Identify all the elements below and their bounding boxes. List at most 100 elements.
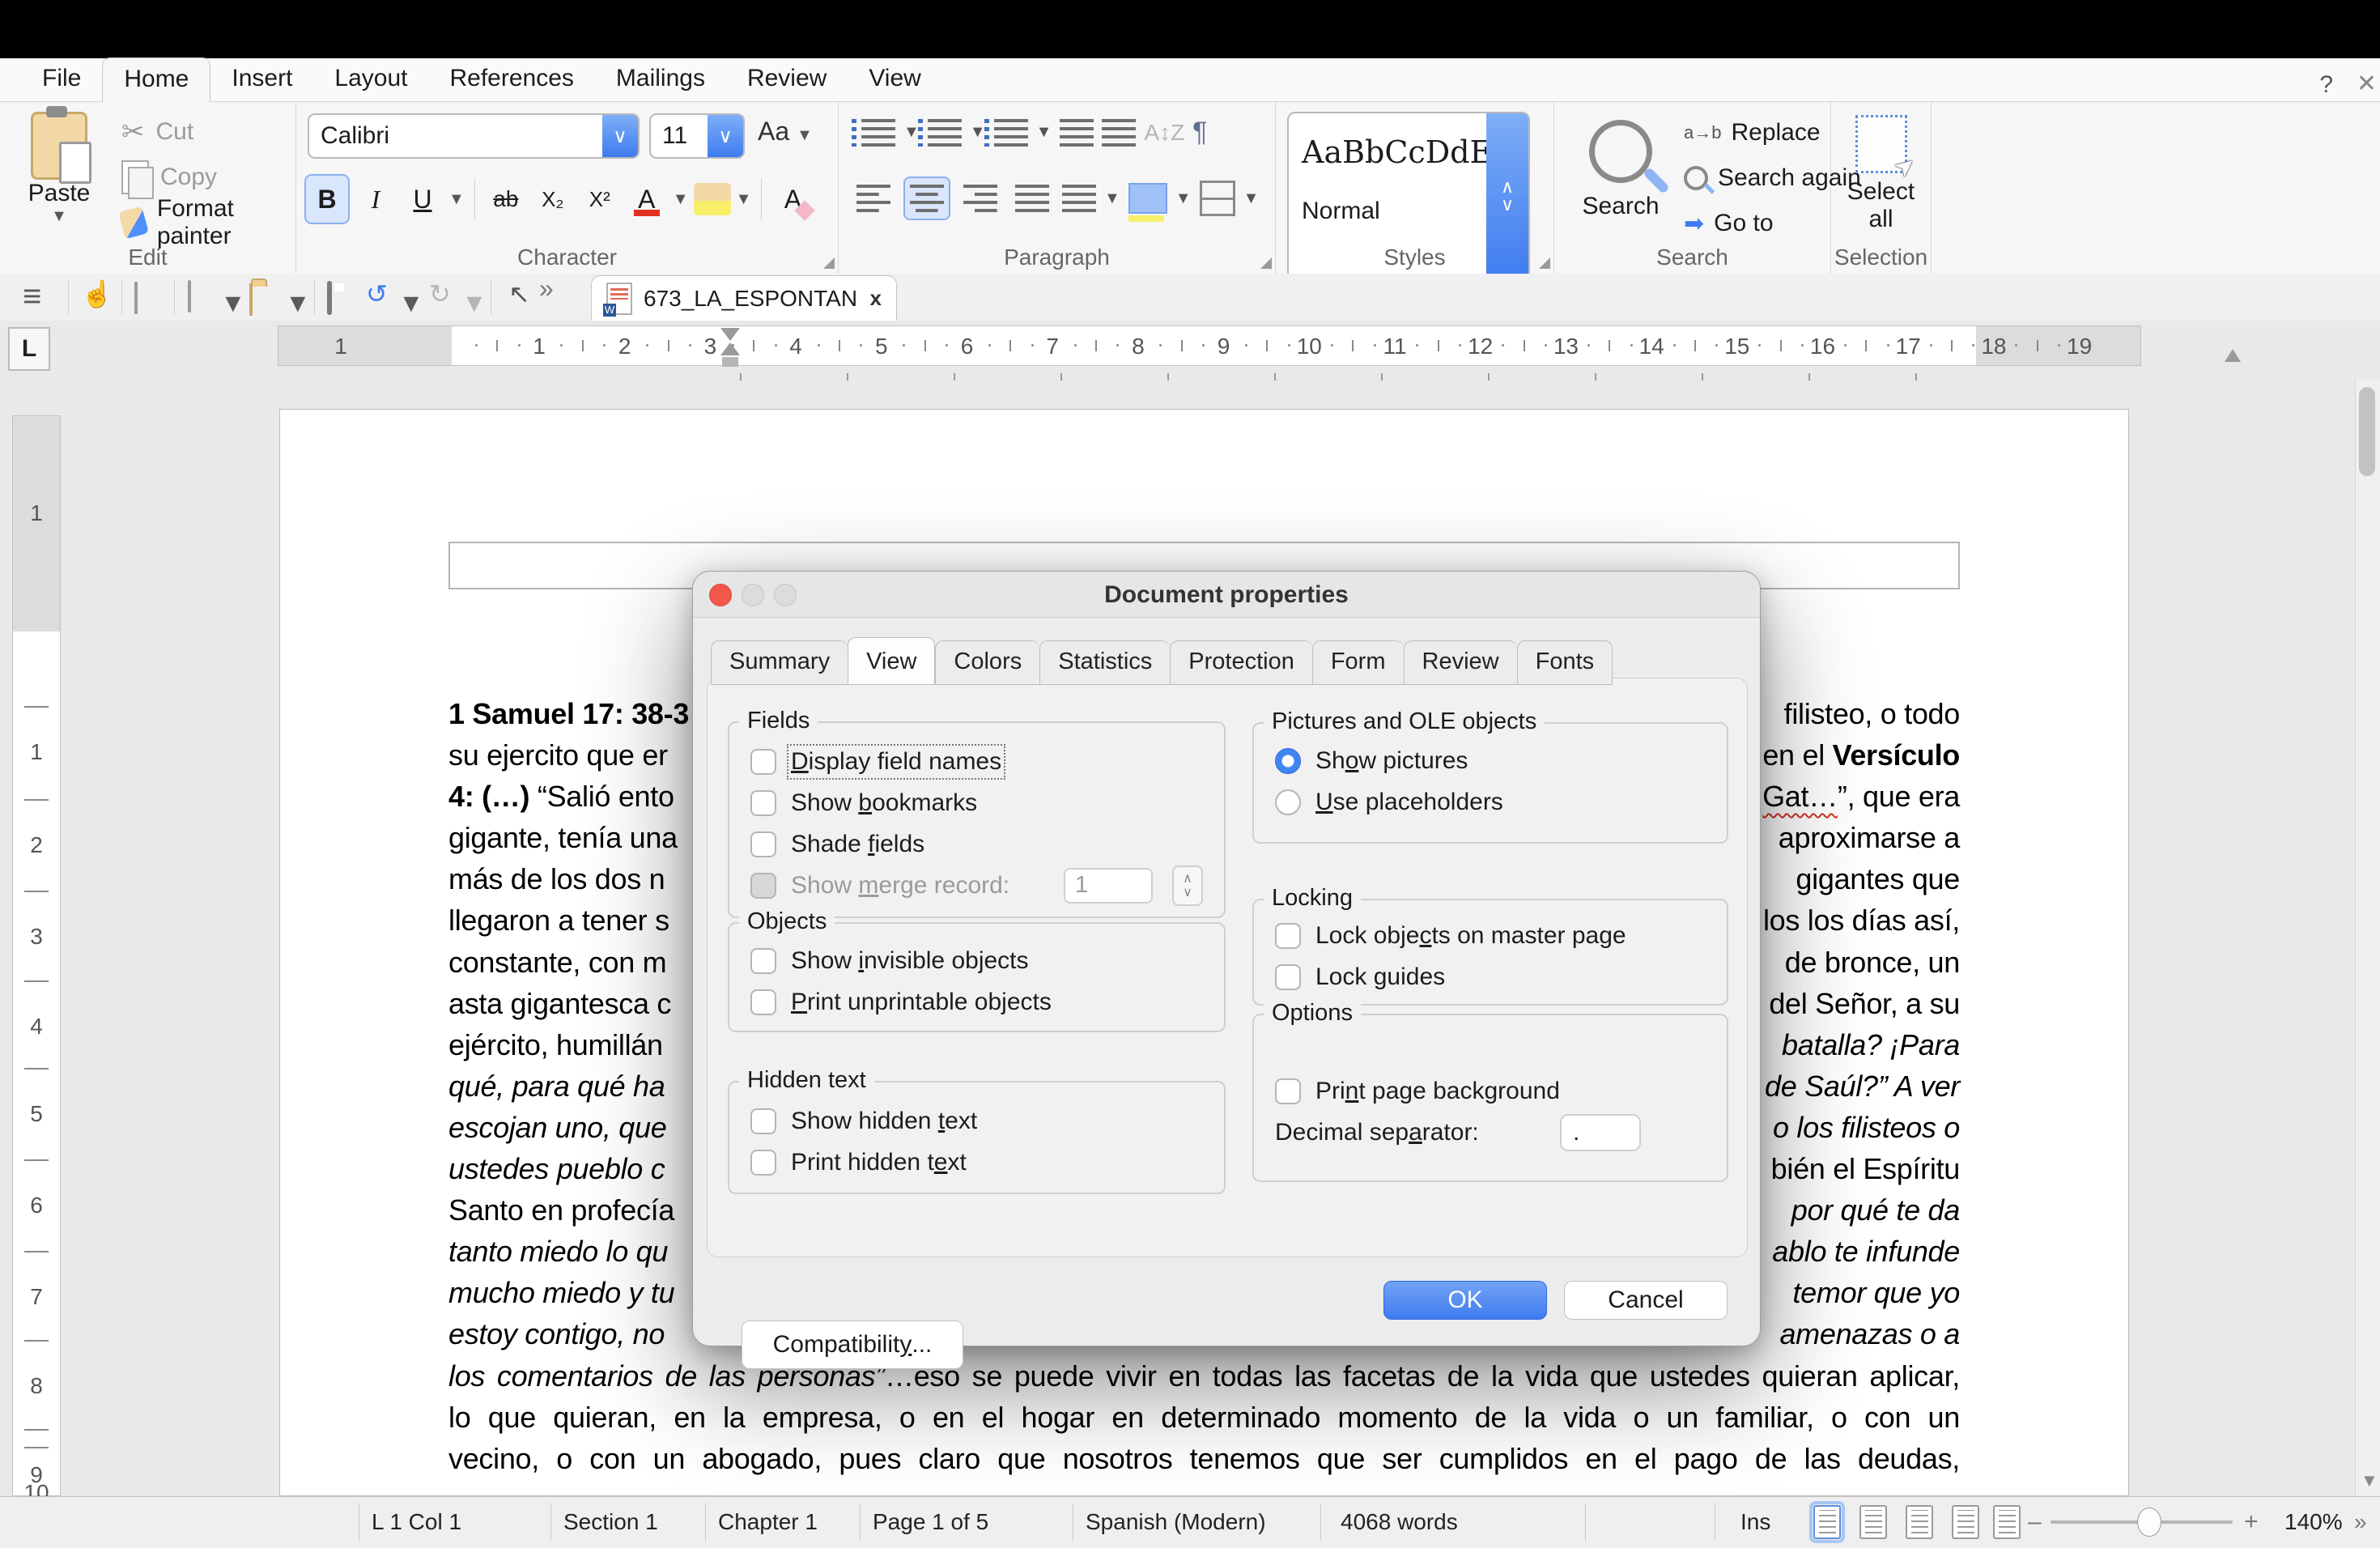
show-hidden-text-checkbox[interactable]: Show hidden text bbox=[729, 1100, 1224, 1142]
styles-dialog-launcher-icon[interactable] bbox=[1539, 257, 1550, 269]
show-pictures-radio-button[interactable] bbox=[1275, 748, 1301, 774]
show-bookmarks-box[interactable] bbox=[750, 790, 776, 816]
show-invisible-objects-checkbox[interactable]: Show invisible objects bbox=[729, 940, 1224, 981]
increase-indent-icon[interactable] bbox=[1060, 119, 1094, 147]
hamburger-menu-icon[interactable]: ≡ bbox=[23, 279, 41, 315]
word-count[interactable]: 4068 words bbox=[1341, 1509, 1458, 1535]
horizontal-ruler[interactable]: 112345678910111213141516171819 bbox=[278, 325, 2141, 366]
status-more-icon[interactable]: » bbox=[2354, 1509, 2367, 1535]
dialog-tab-colors[interactable]: Colors bbox=[935, 640, 1039, 685]
decrease-indent-icon[interactable] bbox=[1102, 119, 1136, 147]
outline-list-dropdown-icon[interactable]: ▼ bbox=[1036, 123, 1052, 142]
format-painter-button[interactable]: Format painter bbox=[121, 204, 295, 241]
borders-dropdown-icon[interactable]: ▼ bbox=[1243, 189, 1260, 208]
full-page-view-icon[interactable] bbox=[1906, 1505, 1933, 1539]
dialog-tab-fonts[interactable]: Fonts bbox=[1517, 640, 1613, 685]
select-all-button[interactable]: Select all bbox=[1831, 178, 1931, 233]
new-document-dropdown-icon[interactable]: ▼ bbox=[220, 288, 246, 318]
menu-item-insert[interactable]: Insert bbox=[210, 57, 313, 101]
document-tab[interactable]: 673_LA_ESPONTANE... x bbox=[591, 275, 897, 321]
lock-objects-on-master-page-box[interactable] bbox=[1275, 923, 1301, 949]
character-dialog-launcher-icon[interactable] bbox=[823, 257, 835, 269]
print-unprintable-objects-checkbox[interactable]: Print unprintable objects bbox=[729, 981, 1224, 1023]
justify-icon[interactable] bbox=[1015, 185, 1049, 212]
vertical-scrollbar[interactable]: ▼ bbox=[2355, 381, 2380, 1496]
dialog-tab-protection[interactable]: Protection bbox=[1170, 640, 1312, 685]
superscript-button[interactable]: X² bbox=[579, 176, 621, 223]
display-field-names-box[interactable] bbox=[750, 749, 776, 775]
document-tab-close-icon[interactable]: x bbox=[870, 286, 882, 311]
copy-button[interactable]: Copy bbox=[121, 159, 295, 196]
compatibility-button[interactable]: Compatibility... bbox=[742, 1320, 963, 1369]
zoom-slider-thumb[interactable] bbox=[2137, 1508, 2161, 1537]
new-document-icon[interactable] bbox=[188, 282, 191, 312]
menu-item-view[interactable]: View bbox=[848, 57, 941, 101]
dialog-tab-statistics[interactable]: Statistics bbox=[1039, 640, 1170, 685]
zoom-level[interactable]: 140% bbox=[2284, 1509, 2343, 1535]
decimal-separator-field[interactable]: . bbox=[1560, 1114, 1641, 1151]
cancel-button[interactable]: Cancel bbox=[1564, 1281, 1728, 1320]
outline-list-icon[interactable] bbox=[994, 119, 1028, 147]
font-color-button[interactable]: A bbox=[626, 176, 668, 223]
align-center-icon[interactable] bbox=[910, 185, 944, 212]
book-view-icon[interactable] bbox=[1993, 1505, 2021, 1539]
print-page-background-checkbox[interactable]: Print page background bbox=[1254, 1070, 1727, 1112]
strikethrough-button[interactable]: ab bbox=[485, 176, 527, 223]
change-case-button[interactable]: Aa ▼ bbox=[758, 117, 813, 147]
close-icon[interactable]: ✕ bbox=[2357, 70, 2377, 98]
paragraph-dialog-launcher-icon[interactable] bbox=[1260, 257, 1272, 269]
undo-dropdown-icon[interactable]: ▼ bbox=[398, 288, 424, 318]
zoom-in-icon[interactable]: + bbox=[2244, 1508, 2259, 1536]
shade-fields-box[interactable] bbox=[750, 831, 776, 857]
italic-button[interactable]: I bbox=[355, 176, 397, 223]
use-placeholders-radio[interactable]: Use placeholders bbox=[1254, 781, 1727, 823]
select-all-icon[interactable] bbox=[1855, 115, 1907, 173]
subscript-button[interactable]: X₂ bbox=[532, 176, 574, 223]
show-pictures-radio[interactable]: Show pictures bbox=[1254, 740, 1727, 781]
display-field-names-checkbox[interactable]: Display field names bbox=[729, 741, 1224, 782]
right-indent-marker[interactable] bbox=[2225, 349, 2241, 362]
paragraph-background-icon[interactable] bbox=[1128, 183, 1167, 214]
lock-objects-on-master-page-checkbox[interactable]: Lock objects on master page bbox=[1254, 915, 1727, 956]
page-indicator[interactable]: Page 1 of 5 bbox=[873, 1509, 988, 1535]
font-color-dropdown-icon[interactable]: ▼ bbox=[673, 190, 689, 209]
scroll-down-icon[interactable]: ▼ bbox=[2361, 1470, 2378, 1491]
touch-mode-icon[interactable]: ☝ bbox=[81, 279, 113, 309]
vertical-ruler[interactable]: 112345678910 bbox=[12, 415, 61, 1496]
scrollbar-thumb[interactable] bbox=[2359, 387, 2375, 476]
bullet-list-icon[interactable] bbox=[861, 119, 895, 147]
print-unprintable-objects-box[interactable] bbox=[750, 989, 776, 1015]
open-dropdown-icon[interactable]: ▼ bbox=[285, 288, 311, 318]
insert-mode-indicator[interactable]: Ins bbox=[1740, 1509, 1770, 1535]
search-button[interactable]: Search bbox=[1572, 115, 1669, 220]
menu-item-layout[interactable]: Layout bbox=[313, 57, 428, 101]
use-placeholders-radio-button[interactable] bbox=[1275, 789, 1301, 815]
dialog-tab-view[interactable]: View bbox=[848, 637, 935, 685]
font-name-combobox[interactable]: Calibri ∨ bbox=[308, 113, 640, 159]
show-invisible-objects-box[interactable] bbox=[750, 948, 776, 974]
help-icon[interactable]: ? bbox=[2319, 71, 2333, 99]
zoom-out-icon[interactable]: – bbox=[2028, 1508, 2042, 1536]
align-right-icon[interactable] bbox=[963, 185, 997, 212]
numbered-list-icon[interactable] bbox=[928, 119, 962, 147]
show-bookmarks-checkbox[interactable]: Show bookmarks bbox=[729, 782, 1224, 823]
print-hidden-text-checkbox[interactable]: Print hidden text bbox=[729, 1142, 1224, 1183]
dialog-tab-review[interactable]: Review bbox=[1404, 640, 1517, 685]
show-merge-record-checkbox[interactable]: Show merge record:1∧∨ bbox=[729, 865, 1224, 906]
save-icon[interactable] bbox=[327, 283, 332, 313]
shade-fields-checkbox[interactable]: Shade fields bbox=[729, 823, 1224, 865]
bold-button[interactable]: B bbox=[304, 174, 350, 224]
outline-view-icon[interactable] bbox=[1952, 1505, 1979, 1539]
align-left-icon[interactable] bbox=[856, 185, 890, 212]
paste-dropdown-icon[interactable]: ▼ bbox=[15, 207, 104, 226]
language-indicator[interactable]: Spanish (Modern) bbox=[1086, 1509, 1266, 1535]
paragraph-background-dropdown-icon[interactable]: ▼ bbox=[1175, 189, 1192, 208]
web-layout-view-icon[interactable] bbox=[1859, 1505, 1887, 1539]
underline-dropdown-icon[interactable]: ▼ bbox=[448, 190, 465, 209]
clear-formatting-button[interactable]: A bbox=[771, 176, 814, 223]
highlight-color-button[interactable] bbox=[694, 183, 731, 215]
contrast-icon[interactable] bbox=[134, 283, 138, 313]
dialog-titlebar[interactable]: Document properties bbox=[693, 572, 1760, 618]
indent-marker[interactable] bbox=[720, 328, 740, 375]
print-layout-view-icon[interactable] bbox=[1813, 1505, 1841, 1539]
